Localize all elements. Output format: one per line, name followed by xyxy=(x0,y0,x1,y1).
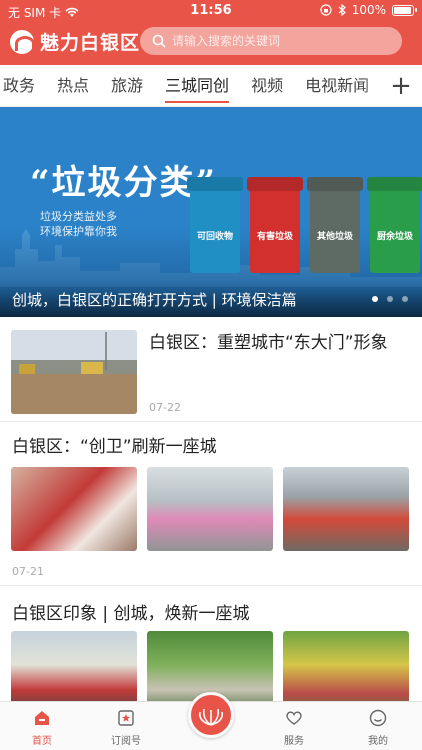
app-header: 无 SIM 卡 11:56 100% 魅力白银区 xyxy=(0,0,422,65)
news-title: 白银区印象 | 创城，焕新一座城 xyxy=(12,604,250,624)
news-image-row xyxy=(11,467,411,551)
tab-government[interactable]: 政务 xyxy=(0,65,46,106)
nav-subscribe[interactable]: 订阅号 xyxy=(96,708,156,747)
home-icon xyxy=(32,708,52,728)
tab-three-cities[interactable]: 三城同创 xyxy=(154,65,240,106)
other-waste-bin-label: 其他垃圾 xyxy=(316,232,353,242)
center-action-button[interactable] xyxy=(188,692,234,738)
app-logo[interactable]: 魅力白银区 xyxy=(10,28,140,55)
news-item[interactable]: 白银区：重塑城市“东大门”形象 07-22 xyxy=(0,317,422,422)
banner-caption-bar: 创城，白银区的正确打开方式 | 环境保洁篇 xyxy=(0,281,422,317)
battery-percent: 100% xyxy=(351,3,386,17)
bluetooth-icon xyxy=(338,4,346,16)
carousel-dot[interactable] xyxy=(402,296,408,302)
nav-service[interactable]: 服务 xyxy=(264,708,324,747)
news-image xyxy=(11,467,137,551)
other-waste-bin-lid xyxy=(307,177,363,191)
news-item[interactable]: 白银区印象 | 创城，焕新一座城 xyxy=(0,586,422,701)
tab-hot[interactable]: 热点 xyxy=(46,65,100,106)
tab-tv-news[interactable]: 电视新闻 xyxy=(294,65,380,106)
news-image xyxy=(11,631,137,701)
carousel-dot[interactable] xyxy=(387,296,393,302)
recyclable-bin: 可回收物 xyxy=(187,177,243,273)
news-image-row xyxy=(11,631,411,701)
tab-list: 政务 热点 旅游 三城同创 视频 电视新闻 xyxy=(0,65,380,106)
search-input[interactable] xyxy=(172,34,392,48)
news-image xyxy=(283,631,409,701)
nav-mine-label: 我的 xyxy=(368,736,388,747)
banner-slogan-line1: 垃圾分类益处多 xyxy=(40,210,117,223)
news-image xyxy=(283,467,409,551)
nav-subscribe-label: 订阅号 xyxy=(111,736,141,747)
hazardous-bin: 有害垃圾 xyxy=(247,177,303,273)
hazardous-bin-lid xyxy=(247,177,303,191)
status-right: 100% xyxy=(320,3,417,17)
search-icon xyxy=(152,34,166,48)
category-tabs: 政务 热点 旅游 三城同创 视频 电视新闻 + xyxy=(0,65,422,107)
banner-carousel[interactable]: “垃圾分类” 垃圾分类益处多 环境保护靠你我 可回收物 有害垃圾 其他垃圾 厨余… xyxy=(0,107,422,317)
news-feed: 白银区：重塑城市“东大门”形象 07-22 白银区：“创卫”刷新一座城 07-2… xyxy=(0,317,422,701)
kitchen-waste-bin-label: 厨余垃圾 xyxy=(376,232,413,242)
profile-icon xyxy=(368,708,388,728)
news-image xyxy=(147,467,273,551)
battery-icon xyxy=(392,4,417,16)
search-bar[interactable] xyxy=(140,27,402,55)
news-title: 白银区：“创卫”刷新一座城 xyxy=(12,437,217,457)
feather-logo-icon xyxy=(198,708,224,726)
recyclable-bin-lid xyxy=(187,177,243,191)
tab-travel[interactable]: 旅游 xyxy=(100,65,154,106)
logo-icon xyxy=(10,29,35,54)
nav-home-label: 首页 xyxy=(32,736,52,747)
banner-slogan-line2: 环境保护靠你我 xyxy=(40,225,117,238)
nav-service-label: 服务 xyxy=(284,736,304,747)
news-image xyxy=(147,631,273,701)
nav-mine[interactable]: 我的 xyxy=(348,708,408,747)
tab-video[interactable]: 视频 xyxy=(240,65,294,106)
kitchen-waste-bin: 厨余垃圾 xyxy=(367,177,422,273)
heart-icon xyxy=(284,708,304,728)
other-waste-bin: 其他垃圾 xyxy=(307,177,363,273)
banner-slogan: 垃圾分类益处多 环境保护靠你我 xyxy=(40,209,150,239)
carousel-dots xyxy=(372,296,408,302)
news-date: 07-21 xyxy=(12,565,44,578)
banner-caption: 创城，白银区的正确打开方式 | 环境保洁篇 xyxy=(12,291,297,309)
news-title: 白银区：重塑城市“东大门”形象 xyxy=(149,333,388,353)
road-photo xyxy=(11,330,137,414)
news-item[interactable]: 白银区：“创卫”刷新一座城 07-21 xyxy=(0,422,422,586)
orientation-lock-icon xyxy=(320,4,332,16)
hazardous-bin-label: 有害垃圾 xyxy=(256,232,293,242)
bottom-tab-bar: 首页 订阅号 服务 我的 xyxy=(0,692,422,750)
recyclable-bin-label: 可回收物 xyxy=(196,232,233,242)
carousel-dot[interactable] xyxy=(372,296,378,302)
kitchen-waste-bin-lid xyxy=(367,177,422,191)
status-bar: 无 SIM 卡 11:56 100% xyxy=(0,0,422,22)
news-thumbnail xyxy=(11,330,137,414)
add-tab-button[interactable]: + xyxy=(380,65,422,106)
app-name: 魅力白银区 xyxy=(40,32,141,54)
nav-home[interactable]: 首页 xyxy=(12,708,72,747)
news-date: 07-22 xyxy=(149,401,181,414)
subscribe-icon xyxy=(116,708,136,728)
